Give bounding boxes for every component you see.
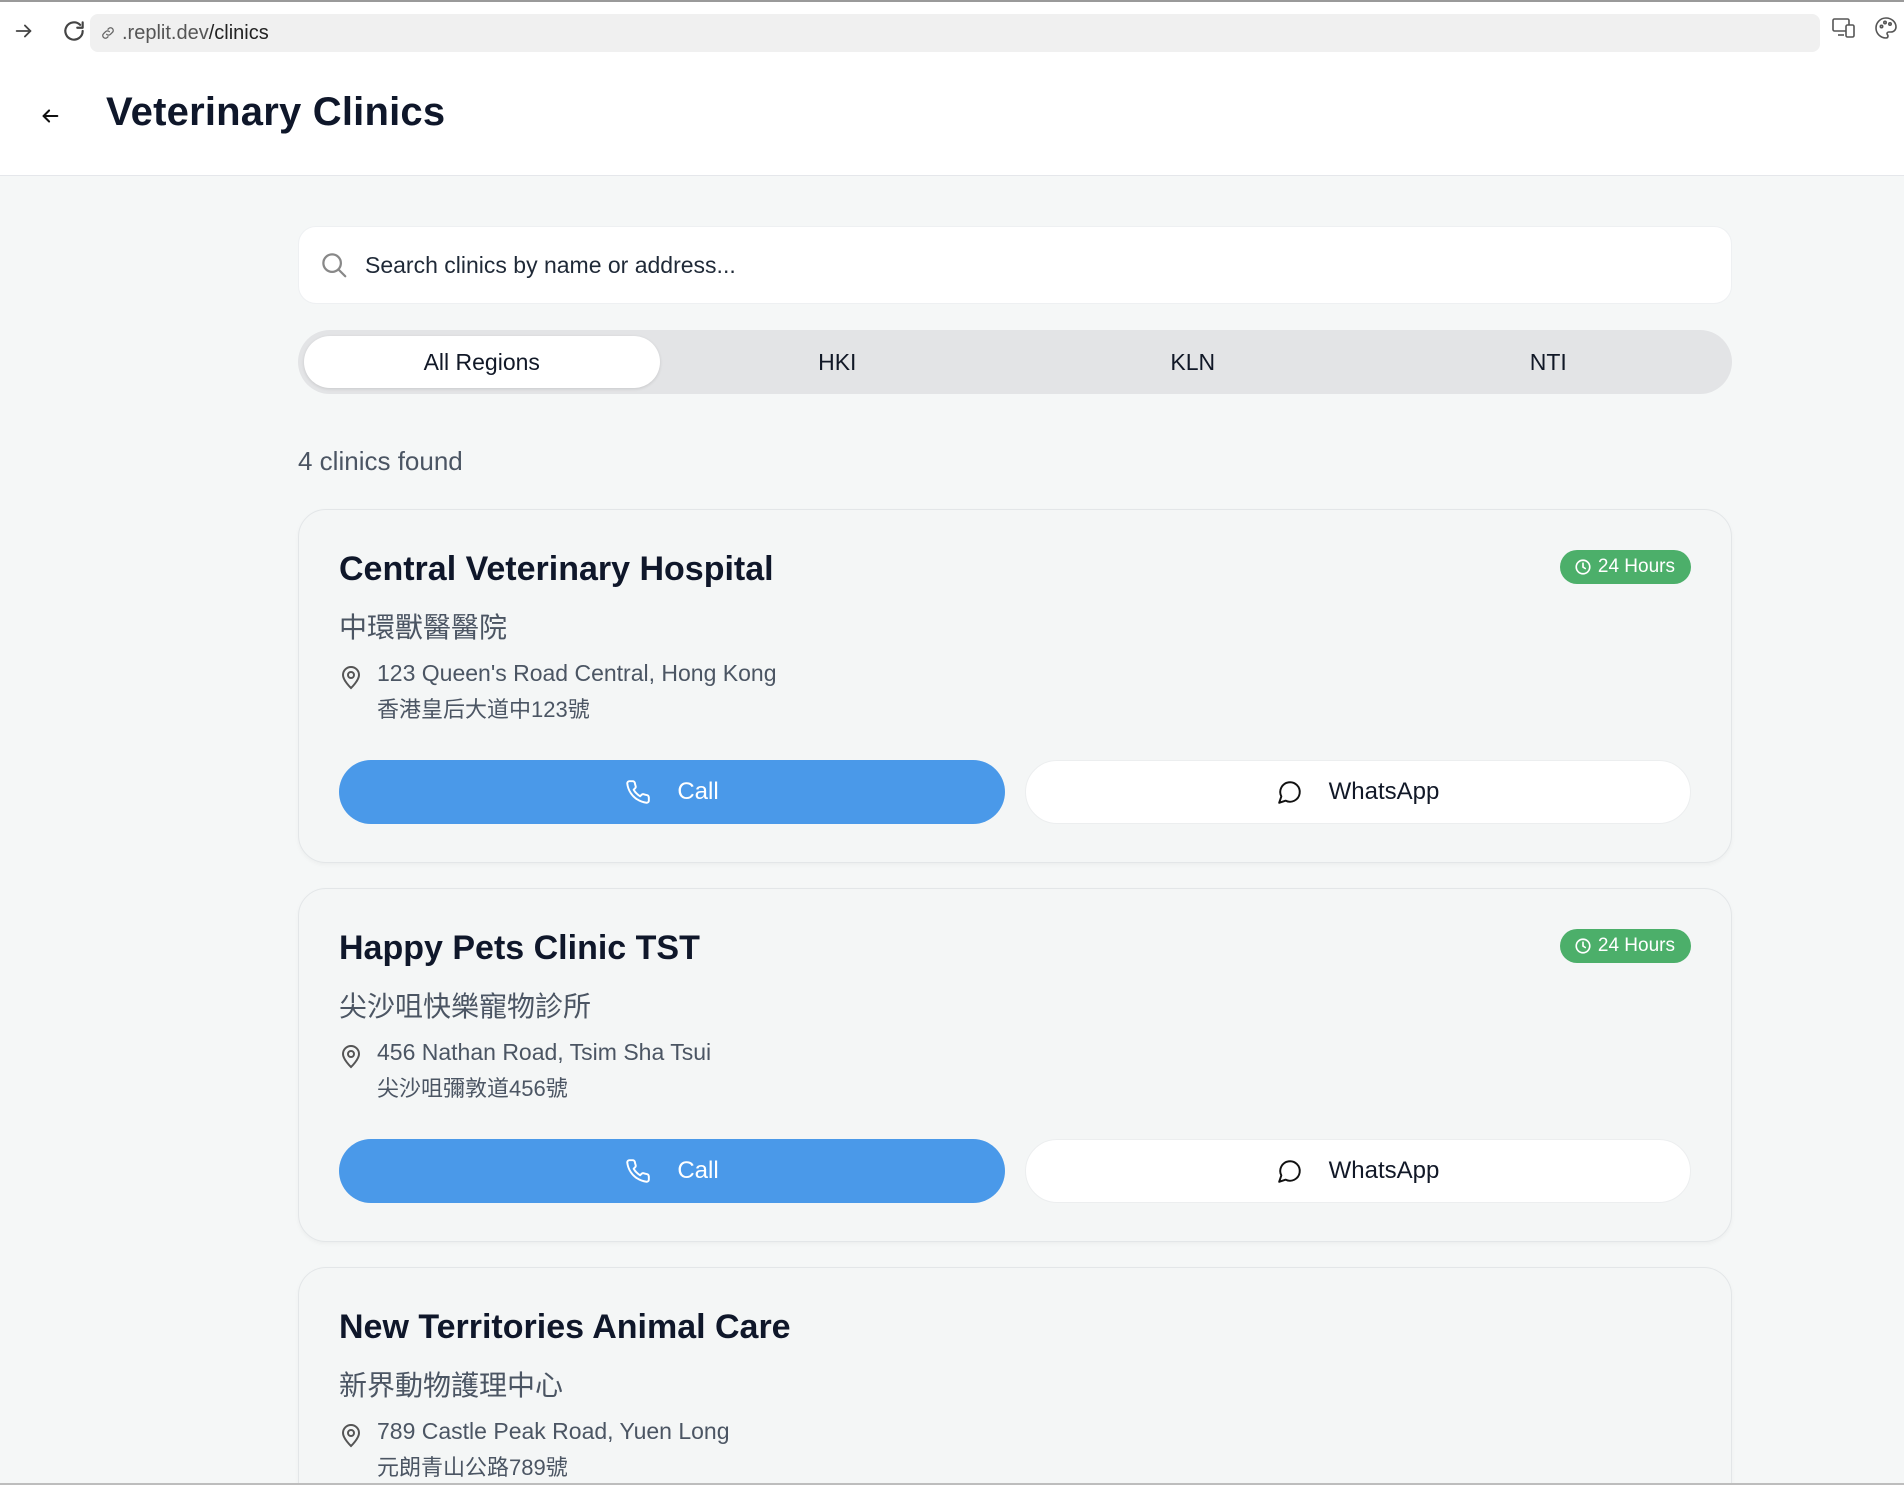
palette-icon[interactable]: [1874, 16, 1898, 45]
clock-icon: [1574, 937, 1592, 955]
address-zh: 尖沙咀彌敦道456號: [377, 1076, 568, 1101]
search-bar[interactable]: [298, 226, 1732, 304]
window-bottom-edge: [0, 1483, 1904, 1494]
app-header: Veterinary Clinics: [0, 60, 1904, 176]
region-tabs: All Regions HKI KLN NTI: [298, 330, 1732, 394]
map-pin-icon: [339, 1422, 363, 1448]
device-toggle-icon[interactable]: [1832, 17, 1856, 44]
phone-icon: [625, 1158, 651, 1184]
browser-toolbar: .replit.dev/clinics: [0, 0, 1904, 60]
message-circle-icon: [1277, 779, 1303, 805]
results-count: 4 clinics found: [298, 446, 463, 476]
page-title: Veterinary Clinics: [106, 90, 446, 134]
whatsapp-button-label: WhatsApp: [1328, 1157, 1440, 1184]
address-en: 789 Castle Peak Road, Yuen Long: [377, 1418, 730, 1444]
tab-hki[interactable]: HKI: [660, 336, 1016, 388]
back-button[interactable]: [32, 98, 68, 134]
map-pin-icon: [339, 664, 363, 690]
clock-icon: [1574, 558, 1592, 576]
call-button-label: Call: [677, 778, 719, 805]
clinic-card: New Territories Animal Care 新界動物護理中心 789…: [298, 1267, 1732, 1494]
phone-icon: [625, 779, 651, 805]
whatsapp-button-label: WhatsApp: [1328, 778, 1440, 805]
url-host: .replit.dev: [122, 21, 209, 44]
reload-icon[interactable]: [56, 13, 92, 49]
forward-icon[interactable]: [6, 13, 42, 49]
hours-badge: 24 Hours: [1559, 929, 1691, 963]
message-circle-icon: [1277, 1158, 1303, 1184]
clinic-name-zh: 尖沙咀快樂寵物診所: [339, 991, 592, 1022]
hours-badge-label: 24 Hours: [1597, 556, 1675, 577]
tab-all-regions[interactable]: All Regions: [304, 336, 660, 388]
clinic-card: Central Veterinary Hospital 中環獸醫醫院 24 Ho…: [298, 509, 1732, 863]
clinic-name: Central Veterinary Hospital: [339, 550, 774, 588]
whatsapp-button[interactable]: WhatsApp: [1025, 1139, 1691, 1203]
url-path: /clinics: [208, 21, 269, 44]
address-zh: 元朗青山公路789號: [377, 1455, 568, 1480]
search-icon: [319, 250, 349, 280]
arrow-left-icon: [42, 109, 59, 123]
map-pin-icon: [339, 1043, 363, 1069]
call-button-label: Call: [677, 1157, 719, 1184]
search-input[interactable]: [365, 251, 1665, 279]
clinic-name-zh: 中環獸醫醫院: [339, 612, 508, 643]
link-icon: [100, 25, 116, 41]
tab-kln[interactable]: KLN: [1015, 336, 1371, 388]
address-en: 123 Queen's Road Central, Hong Kong: [377, 660, 777, 686]
whatsapp-button[interactable]: WhatsApp: [1025, 760, 1691, 824]
url-bar[interactable]: .replit.dev/clinics: [90, 14, 1820, 52]
call-button[interactable]: Call: [339, 1139, 1005, 1203]
address-en: 456 Nathan Road, Tsim Sha Tsui: [377, 1039, 712, 1065]
clinic-name: Happy Pets Clinic TST: [339, 929, 700, 967]
tab-nti[interactable]: NTI: [1371, 336, 1727, 388]
call-button[interactable]: Call: [339, 760, 1005, 824]
address-zh: 香港皇后大道中123號: [377, 697, 590, 722]
clinic-name-zh: 新界動物護理中心: [339, 1370, 564, 1401]
hours-badge-label: 24 Hours: [1597, 935, 1675, 956]
clinic-name: New Territories Animal Care: [339, 1308, 791, 1346]
clinic-card: Happy Pets Clinic TST 尖沙咀快樂寵物診所 24 Hours…: [298, 888, 1732, 1242]
hours-badge: 24 Hours: [1559, 550, 1691, 584]
